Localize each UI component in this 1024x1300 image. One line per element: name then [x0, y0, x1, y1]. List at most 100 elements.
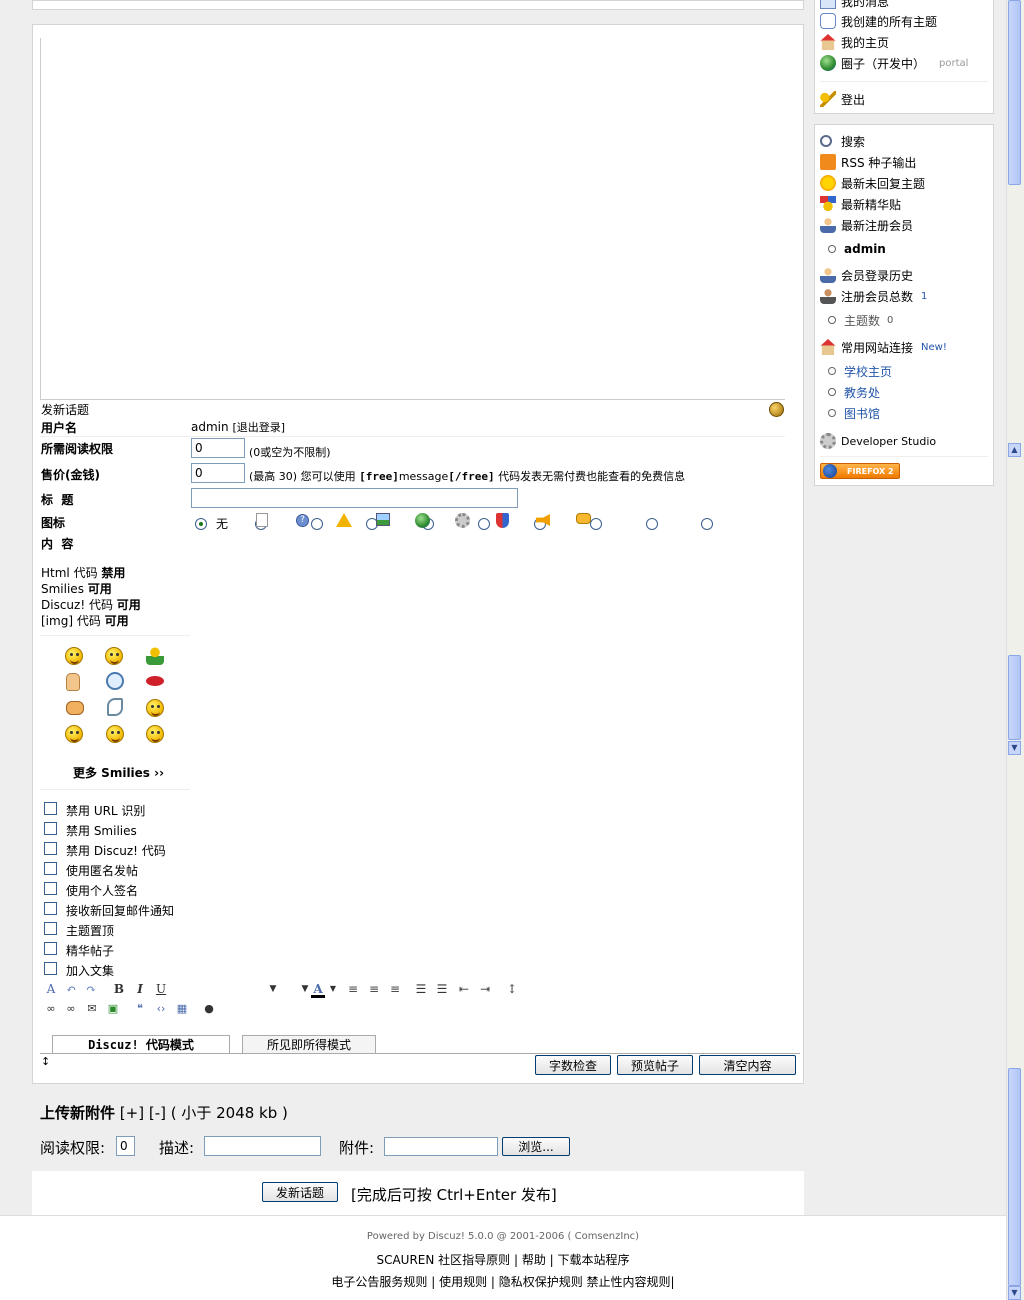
sidebar-item-messages[interactable]: 我的消息	[820, 0, 889, 11]
tab-discuz-code-mode[interactable]: Discuz! 代码模式	[52, 1035, 230, 1054]
link-academic-office[interactable]: 教务处	[828, 383, 880, 401]
logout-link[interactable]: [退出登录]	[232, 421, 285, 434]
italic-icon[interactable]: I	[133, 982, 147, 996]
latest-member-entry[interactable]: admin	[828, 240, 886, 258]
upload-desc-input[interactable]	[204, 1136, 321, 1156]
scrollbar-thumb-middle[interactable]	[1008, 655, 1021, 740]
option-checkbox[interactable]	[44, 902, 57, 915]
underline-icon[interactable]: U	[154, 982, 168, 996]
sidebar-item-my-topics[interactable]: 我创建的所有主题	[820, 11, 937, 31]
smiley-handshake[interactable]	[66, 701, 84, 715]
smiley-lips[interactable]	[146, 676, 164, 686]
scrollbar-up-arrow[interactable]: ▲	[1008, 443, 1021, 457]
size-dropdown-icon[interactable]: ▼	[298, 982, 312, 996]
sidebar-item-my-home[interactable]: 我的主页	[820, 32, 889, 52]
option-checkbox[interactable]	[44, 942, 57, 955]
outdent-icon[interactable]: ⇤	[457, 982, 471, 996]
sidebar-item-circle[interactable]: 圈子（开发中） portal	[820, 53, 968, 73]
icon-radio-9[interactable]	[701, 517, 714, 530]
word-count-button[interactable]: 字数检查	[535, 1055, 611, 1075]
sidebar-item-digest[interactable]: 最新精华贴	[820, 194, 901, 214]
code-icon[interactable]: ‹›	[154, 1002, 168, 1016]
image-icon[interactable]: ▣	[106, 1002, 120, 1016]
option-checkbox[interactable]	[44, 922, 57, 935]
clear-format-icon[interactable]: A	[44, 982, 58, 996]
option-checkbox[interactable]	[44, 842, 57, 855]
firefox-badge[interactable]: FIREFOX 2	[820, 463, 900, 479]
more-smilies-link[interactable]: 更多 Smilies ››	[73, 764, 164, 781]
undo-icon[interactable]: ↶	[64, 982, 78, 996]
sidebar-item-developer-studio[interactable]: Developer Studio	[820, 431, 936, 451]
upload-perm-input[interactable]	[116, 1136, 135, 1156]
footer-links-row2[interactable]: 电子公告服务规则 | 使用规则 | 隐私权保护规则 禁止性内容规则|	[0, 1273, 1006, 1290]
tab-wysiwyg-mode[interactable]: 所见即所得模式	[242, 1035, 376, 1054]
indent-icon[interactable]: ⇥	[478, 982, 492, 996]
scrollbar-bottom-arrow[interactable]: ▼	[1008, 1286, 1021, 1300]
sidebar-item-rss[interactable]: RSS 种子输出	[820, 152, 916, 172]
align-left-icon[interactable]: ≡	[346, 982, 360, 996]
sidebar-item-member-count[interactable]: 注册会员总数 1	[820, 286, 927, 306]
quote-icon[interactable]: ❝	[133, 1002, 147, 1016]
align-right-icon[interactable]: ≡	[388, 982, 402, 996]
smiley-tongue[interactable]	[106, 725, 124, 743]
table-icon[interactable]: ▦	[175, 1002, 189, 1016]
submit-post-button[interactable]: 发新话题	[262, 1182, 338, 1202]
smiley-wink[interactable]	[146, 699, 164, 717]
option-checkbox[interactable]	[44, 962, 57, 975]
preview-button[interactable]: 预览帖子	[617, 1055, 693, 1075]
icon-radio-7[interactable]	[589, 517, 602, 530]
smiley-sad[interactable]	[146, 725, 164, 743]
unlink-icon[interactable]: ∞	[64, 1002, 78, 1016]
sidebar-item-search[interactable]: 搜索	[820, 131, 865, 151]
resize-handle-icon[interactable]: ↕	[41, 1055, 50, 1068]
font-dropdown-icon[interactable]: ▼	[266, 982, 280, 996]
line-height-icon[interactable]: ↕	[505, 982, 519, 996]
content-label: 内 容	[41, 537, 74, 551]
price-input[interactable]	[191, 463, 245, 483]
icon-radio-5[interactable]	[478, 517, 491, 530]
smiley-smile[interactable]	[65, 647, 83, 665]
option-checkbox[interactable]	[44, 822, 57, 835]
qq-icon[interactable]: ●	[202, 1002, 216, 1016]
sidebar-item-unreplied[interactable]: 最新未回复主题	[820, 173, 925, 193]
option-checkbox[interactable]	[44, 862, 57, 875]
smiley-cry[interactable]	[65, 725, 83, 743]
icon-radio-none[interactable]	[195, 517, 207, 530]
smiley-phone[interactable]	[107, 698, 123, 716]
sidebar-item-common-links[interactable]: 常用网站连接 New!	[820, 337, 947, 357]
scrollbar-thumb-bottom[interactable]	[1008, 1068, 1021, 1286]
font-color-icon[interactable]: A	[311, 982, 325, 998]
upload-file-input[interactable]	[384, 1137, 498, 1156]
option-checkbox[interactable]	[44, 882, 57, 895]
email-icon[interactable]: ✉	[85, 1002, 99, 1016]
sidebar-item-logout[interactable]: 登出	[820, 89, 865, 109]
sidebar-item-new-members[interactable]: 最新注册会员	[820, 215, 913, 235]
browse-button[interactable]: 浏览...	[502, 1137, 570, 1156]
upload-controls[interactable]: [+] [-] ( 小于 2048 kb )	[120, 1104, 288, 1122]
collapse-icon[interactable]	[769, 402, 784, 417]
color-dropdown-icon[interactable]: ▼	[326, 982, 340, 996]
sidebar-item-login-history[interactable]: 会员登录历史	[820, 265, 913, 285]
smiley-person[interactable]	[146, 647, 164, 665]
free-tag-message: message	[398, 470, 449, 483]
unordered-list-icon[interactable]: ☰	[435, 982, 449, 996]
icon-radio-2[interactable]	[310, 517, 323, 530]
footer-links-row1[interactable]: SCAUREN 社区指导原则 | 帮助 | 下载本站程序	[0, 1251, 1006, 1268]
icon-radio-8[interactable]	[645, 517, 658, 530]
bold-icon[interactable]: B	[112, 982, 126, 996]
scrollbar-thumb-top[interactable]	[1008, 0, 1021, 185]
option-checkbox[interactable]	[44, 802, 57, 815]
ordered-list-icon[interactable]: ☰	[414, 982, 428, 996]
smiley-victory[interactable]	[66, 673, 80, 691]
link-icon[interactable]: ∞	[44, 1002, 58, 1016]
scrollbar-down-arrow[interactable]: ▼	[1008, 741, 1021, 755]
link-library[interactable]: 图书馆	[828, 404, 880, 422]
redo-icon[interactable]: ↷	[84, 982, 98, 996]
align-center-icon[interactable]: ≡	[367, 982, 381, 996]
link-school-home[interactable]: 学校主页	[828, 362, 892, 380]
read-perm-input[interactable]	[191, 438, 245, 458]
clear-content-button[interactable]: 清空内容	[699, 1055, 796, 1075]
smiley-clock[interactable]	[106, 672, 124, 690]
title-input[interactable]	[191, 488, 518, 508]
smiley-grin[interactable]	[105, 647, 123, 665]
